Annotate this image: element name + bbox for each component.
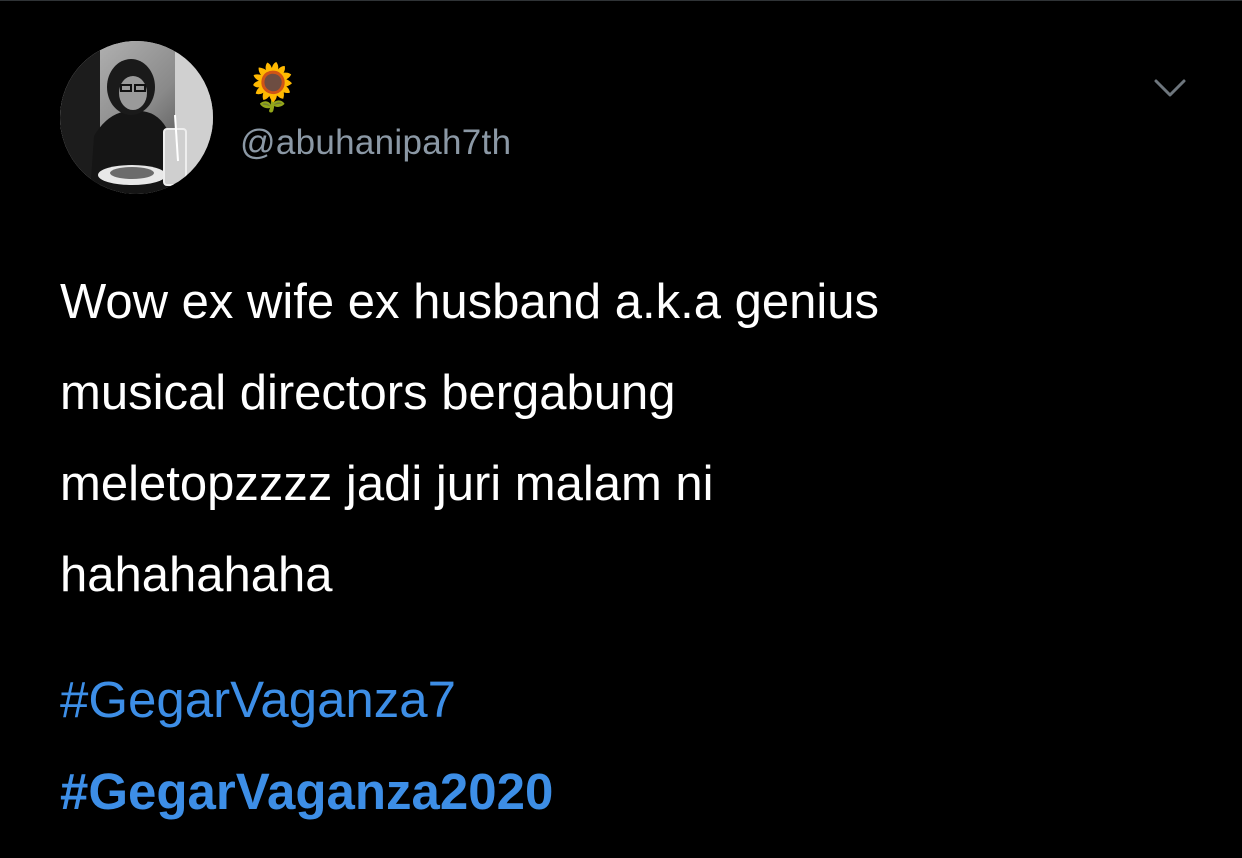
profile-photo-image	[60, 41, 213, 194]
chevron-down-icon[interactable]	[1150, 73, 1190, 103]
tweet-text: Wow ex wife ex husband a.k.a genius musi…	[60, 257, 1180, 621]
hashtag-link[interactable]: #GegarVaganza2020	[60, 759, 553, 825]
tweet-text-line: Wow ex wife ex husband a.k.a genius	[60, 275, 879, 329]
tweet-card: 🌻 @abuhanipah7th Wow ex wife ex husband …	[0, 0, 1242, 858]
display-name[interactable]: 🌻	[244, 59, 301, 115]
avatar[interactable]	[60, 41, 213, 194]
tweet-text-line: hahahahaha	[60, 548, 333, 602]
tweet-text-line: musical directors bergabung	[60, 366, 676, 420]
tweet-text-line: meletopzzzz jadi juri malam ni	[60, 457, 714, 511]
hashtag-link[interactable]: #GegarVaganza7	[60, 667, 456, 733]
username[interactable]: @abuhanipah7th	[240, 121, 511, 165]
